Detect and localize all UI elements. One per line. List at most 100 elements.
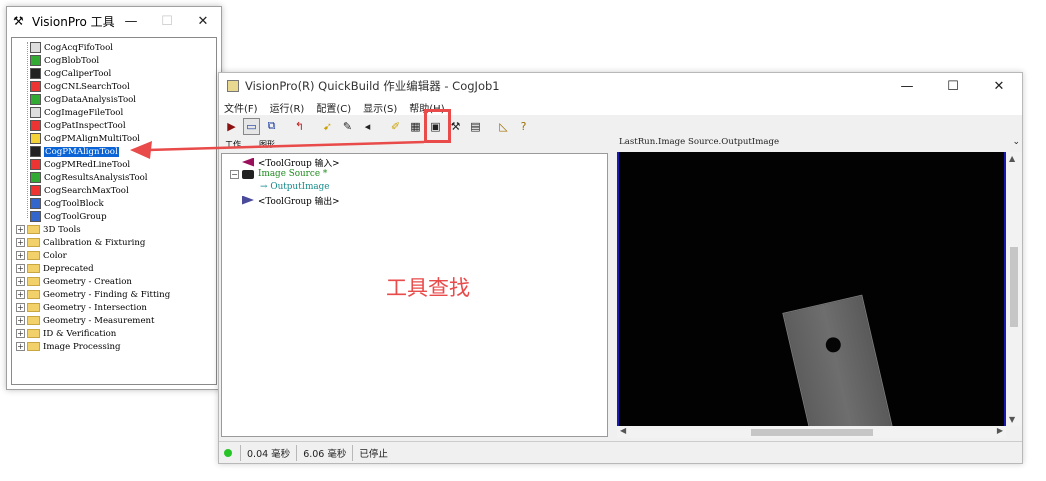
tab-graphics[interactable]: 图形 [259,139,275,150]
brush-icon[interactable]: ✎ [339,118,356,135]
tools-maximize-button[interactable]: ☐ [149,7,185,35]
tools-tree[interactable]: CogAcqFifoTool CogBlobTool CogCaliperToo… [11,37,217,385]
tab-job[interactable]: 工作 [225,139,241,150]
tool-item-pm-redline[interactable]: CogPMRedLineTool [30,158,130,171]
input-arrow-icon [242,157,254,167]
folder-id-verification[interactable]: + ID & Verification [16,327,116,340]
expand-icon[interactable]: + [16,303,25,312]
tool-item-tool-group[interactable]: CogToolGroup [30,210,107,223]
tools-minimize-button[interactable]: — [113,7,149,35]
image-pane-header: LastRun.Image Source.OutputImage ⌄ [617,137,1022,151]
tool-item-data-analysis[interactable]: CogDataAnalysisTool [30,93,136,106]
expand-icon[interactable]: + [16,316,25,325]
part-image [782,294,894,426]
folder-3d-tools[interactable]: +3D Tools [16,223,81,236]
grid-icon[interactable]: ▦ [407,118,424,135]
report-icon[interactable]: ▤ [467,118,484,135]
tool-item-caliper[interactable]: CogCaliperTool [30,67,111,80]
measure-icon[interactable]: ◺ [495,118,512,135]
tree-guide-line [27,42,28,218]
scroll-up-icon[interactable]: ▲ [1009,154,1015,163]
expand-icon[interactable]: + [16,264,25,273]
expand-icon[interactable]: + [16,290,25,299]
tool-group-icon [30,211,41,222]
folder-deprecated[interactable]: + Deprecated [16,262,94,275]
folder-geometry-intersection[interactable]: + Geometry - Intersection [16,301,147,314]
chevron-down-icon[interactable]: ⌄ [1012,137,1020,147]
image-file-icon [30,107,41,118]
cnl-search-icon [30,81,41,92]
copy-icon[interactable]: ⧉ [263,118,280,135]
tool-item-acq-fifo[interactable]: CogAcqFifoTool [30,41,113,54]
output-image-node[interactable]: → OutputImage [260,181,330,193]
scroll-down-icon[interactable]: ▼ [1009,415,1015,424]
quickbuild-window: VisionPro(R) QuickBuild 作业编辑器 - CogJob1 … [218,72,1023,464]
menu-file[interactable]: 文件(F) [224,100,258,115]
scroll-left-icon[interactable]: ◀ [620,426,626,435]
tab-strip: 工作 图形 [219,139,339,153]
tool-group-output-node[interactable]: <ToolGroup 输出> [242,194,340,207]
vertical-scroll-thumb[interactable] [1010,247,1018,327]
folder-geometry-measurement[interactable]: + Geometry - Measurement [16,314,155,327]
status-state: 已停止 [352,444,394,461]
tool-block-icon [30,198,41,209]
tool-item-search-max[interactable]: CogSearchMaxTool [30,184,129,197]
qb-window-title: VisionPro(R) QuickBuild 作业编辑器 - CogJob1 [245,79,500,93]
image-source-node[interactable]: − Image Source * [230,168,327,180]
menu-view[interactable]: 显示(S) [363,100,397,115]
toolbar: ▶ ▭ ⧉ ↰ ➹ ✎ ◂ ✐ ▦ ▣ ⚒ ▤ ◺ ? [219,115,1022,137]
folder-calibration[interactable]: + Calibration & Fixturing [16,236,145,249]
pmalign-icon [30,146,41,157]
folder-icon [27,238,40,247]
pat-inspect-icon [30,120,41,131]
image-icon[interactable]: ▭ [243,117,260,135]
menu-config[interactable]: 配置(C) [316,100,351,115]
qb-app-icon [227,80,239,92]
qb-close-button[interactable]: ✕ [976,73,1022,99]
folder-image-processing[interactable]: + Image Processing [16,340,121,353]
tool-item-pmalign[interactable]: CogPMAlignTool [30,145,119,158]
vertical-scrollbar[interactable]: ▲ ▼ [1006,152,1022,426]
undo-icon[interactable]: ↰ [291,118,308,135]
status-bar: 0.04 毫秒 6.06 毫秒 已停止 [219,441,1022,463]
tool-item-image-file[interactable]: CogImageFileTool [30,106,123,119]
wand-icon[interactable]: ➹ [319,118,336,135]
data-analysis-icon [30,94,41,105]
folder-icon [27,290,40,299]
expand-icon[interactable]: + [16,251,25,260]
run-icon[interactable]: ▶ [223,118,240,135]
expand-icon[interactable]: + [16,342,25,351]
pin-icon[interactable]: ◂ [359,118,376,135]
tool-item-cnl-search[interactable]: CogCNLSearchTool [30,80,130,93]
horizontal-scroll-thumb[interactable] [751,429,873,436]
qb-titlebar[interactable]: VisionPro(R) QuickBuild 作业编辑器 - CogJob1 … [219,73,1022,99]
expand-icon[interactable]: + [16,225,25,234]
expand-icon[interactable]: + [16,238,25,247]
tool-item-pmalign-multi[interactable]: CogPMAlignMultiTool [30,132,140,145]
menu-run[interactable]: 运行(R) [270,100,305,115]
tool-item-blob[interactable]: CogBlobTool [30,54,99,67]
qb-minimize-button[interactable]: — [884,73,930,99]
expand-icon[interactable]: + [16,329,25,338]
horizontal-scrollbar[interactable]: ◀ ▶ [617,426,1006,438]
collapse-icon[interactable]: − [230,169,239,179]
tool-item-tool-block[interactable]: CogToolBlock [30,197,104,210]
qb-maximize-button[interactable]: ☐ [930,73,976,99]
expand-icon[interactable]: + [16,277,25,286]
status-led-icon [224,448,232,457]
folder-icon [27,251,40,260]
folder-geometry-finding[interactable]: + Geometry - Finding & Fitting [16,288,170,301]
edit-icon[interactable]: ✐ [387,118,404,135]
folder-geometry-creation[interactable]: + Geometry - Creation [16,275,132,288]
pmalign-multi-icon [30,133,41,144]
tool-item-pat-inspect[interactable]: CogPatInspectTool [30,119,126,132]
folder-color[interactable]: + Color [16,249,67,262]
tools-close-button[interactable]: ✕ [185,7,221,35]
tool-item-results-analysis[interactable]: CogResultsAnalysisTool [30,171,148,184]
tools-titlebar[interactable]: ⚒ VisionPro 工具 — ☐ ✕ [7,7,221,35]
image-display[interactable] [617,152,1006,426]
acq-fifo-icon [30,42,41,53]
help-icon[interactable]: ? [515,118,532,135]
tool-group-input-node[interactable]: <ToolGroup 输入> [242,156,340,169]
scroll-right-icon[interactable]: ▶ [997,426,1003,435]
